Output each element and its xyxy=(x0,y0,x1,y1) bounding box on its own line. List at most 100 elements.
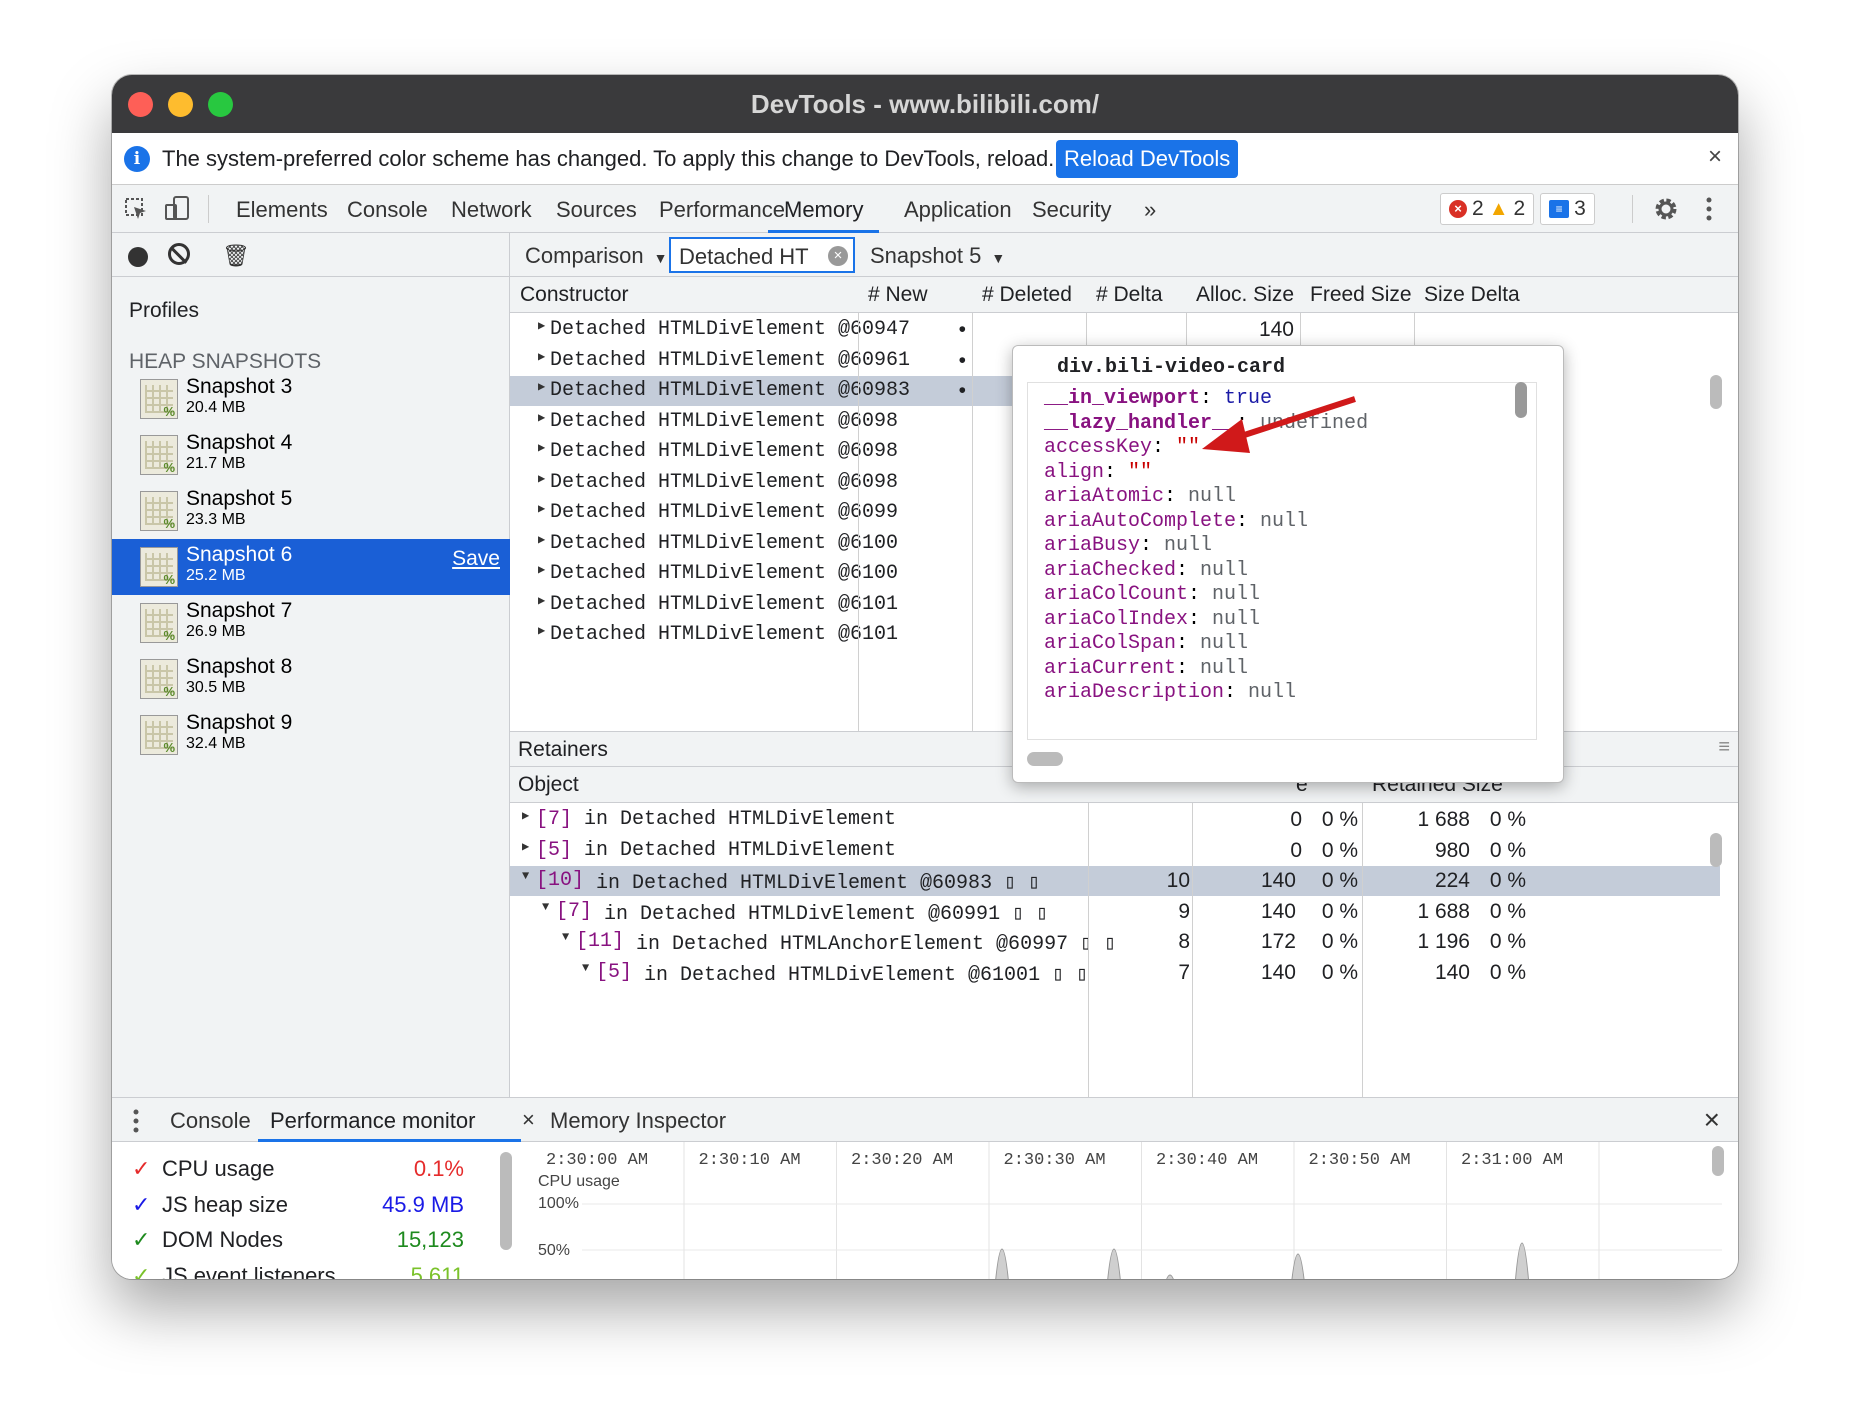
close-window-button[interactable] xyxy=(128,92,153,117)
retainers-scrollbar[interactable] xyxy=(1710,833,1722,867)
snapshot-item[interactable]: Snapshot 7 26.9 MB xyxy=(112,595,510,651)
property-row[interactable]: ariaCurrent: null xyxy=(1044,657,1248,680)
metric-row[interactable]: ✓ JS event listeners 5,611 xyxy=(132,1263,464,1280)
popover-vscroll[interactable] xyxy=(1515,382,1527,418)
comparison-row[interactable]: ▶ Detached HTMLDivElement @60947 • 140 xyxy=(510,315,1520,345)
col-freed-size[interactable]: Freed Size xyxy=(1310,283,1412,307)
new-count: • xyxy=(958,348,966,372)
clear-icon[interactable] xyxy=(168,243,190,265)
tab-application[interactable]: Application xyxy=(904,197,1012,223)
snapshot-item[interactable]: Snapshot 3 20.4 MB xyxy=(112,371,510,427)
close-drawer-icon[interactable]: × xyxy=(1704,1104,1720,1136)
expand-triangle-icon[interactable]: ▼ xyxy=(562,930,576,944)
checkmark-icon[interactable]: ✓ xyxy=(132,1156,162,1182)
class-filter-input[interactable]: Detached HT × xyxy=(669,237,855,273)
snapshot-item[interactable]: Snapshot 8 30.5 MB xyxy=(112,651,510,707)
view-select[interactable]: Comparison ▼ xyxy=(525,243,667,269)
retainer-row[interactable]: ▶ [5] in Detached HTMLDivElement 0 0 % 980 0 % xyxy=(510,836,1720,866)
expand-triangle-icon[interactable]: ▼ xyxy=(542,900,556,914)
retainer-row[interactable]: ▼ [10] in Detached HTMLDivElement @60983 ▯… xyxy=(510,866,1720,896)
snapshot-item[interactable]: Snapshot 9 32.4 MB xyxy=(112,707,510,763)
inspect-element-icon[interactable] xyxy=(124,197,150,223)
close-icon[interactable]: × xyxy=(1708,143,1722,171)
minimize-window-button[interactable] xyxy=(168,92,193,117)
expand-triangle-icon[interactable]: ▶ xyxy=(522,808,536,823)
drawer-tab-console[interactable]: Console xyxy=(170,1108,251,1134)
property-row[interactable]: ariaAtomic: null xyxy=(1044,485,1236,508)
col-delta[interactable]: # Delta xyxy=(1096,283,1163,307)
col-alloc-size[interactable]: Alloc. Size xyxy=(1196,283,1294,307)
property-row[interactable]: align: "" xyxy=(1044,461,1152,484)
record-icon[interactable] xyxy=(128,247,148,267)
device-toolbar-icon[interactable] xyxy=(164,195,192,223)
snapshot-name: Snapshot 8 xyxy=(186,655,293,678)
tab-elements[interactable]: Elements xyxy=(236,197,328,223)
property-row[interactable]: accessKey: "" xyxy=(1044,436,1200,459)
gear-icon[interactable] xyxy=(1652,195,1680,223)
more-options-icon[interactable] xyxy=(1704,195,1714,223)
chevron-down-icon: ▼ xyxy=(991,250,1006,266)
zoom-window-button[interactable] xyxy=(208,92,233,117)
tab-console[interactable]: Console xyxy=(347,197,428,223)
clear-filter-icon[interactable]: × xyxy=(828,246,848,266)
tab-sources[interactable]: Sources xyxy=(556,197,637,223)
reload-devtools-button[interactable]: Reload DevTools xyxy=(1056,140,1239,178)
property-row[interactable]: ariaColSpan: null xyxy=(1044,632,1248,655)
snapshot-size: 30.5 MB xyxy=(186,679,246,696)
more-tabs-icon[interactable]: » xyxy=(1144,197,1156,223)
snapshot-item-selected[interactable]: Snapshot 6 25.2 MB Save xyxy=(112,539,510,595)
snapshot-icon xyxy=(140,715,178,755)
checkmark-icon[interactable]: ✓ xyxy=(132,1263,162,1280)
comparison-scrollbar[interactable] xyxy=(1710,375,1722,409)
issues-counter[interactable]: × 2 ▲ 2 xyxy=(1440,193,1535,225)
property-row[interactable]: ariaBusy: null xyxy=(1044,534,1212,557)
snapshot-item[interactable]: Snapshot 4 21.7 MB xyxy=(112,427,510,483)
series-label: CPU usage xyxy=(538,1173,620,1190)
drawer-tab-memory-inspector[interactable]: Memory Inspector xyxy=(550,1108,726,1134)
tab-performance[interactable]: Performance xyxy=(659,197,785,223)
expand-triangle-icon[interactable]: ▼ xyxy=(582,961,596,975)
retainer-row[interactable]: ▼ [11] in Detached HTMLAnchorElement @6099… xyxy=(510,927,1720,957)
property-value: null xyxy=(1200,632,1249,655)
trash-icon[interactable]: 🗑 xyxy=(222,243,250,269)
popover-hscroll[interactable] xyxy=(1027,752,1063,766)
expand-triangle-icon[interactable]: ▶ xyxy=(522,839,536,854)
message-icon: ≡ xyxy=(1549,200,1570,218)
retainer-object: in Detached HTMLDivElement @60983 ▯ ▯ xyxy=(596,872,1041,895)
tab-network[interactable]: Network xyxy=(451,197,532,223)
column-divider xyxy=(972,313,973,731)
metric-row[interactable]: ✓ JS heap size 45.9 MB xyxy=(132,1192,464,1218)
time-label: 2:30:10 AM xyxy=(699,1151,801,1170)
save-snapshot-link[interactable]: Save xyxy=(452,547,500,571)
col-object[interactable]: Object xyxy=(518,773,579,797)
col-deleted[interactable]: # Deleted xyxy=(982,283,1072,307)
property-row[interactable]: ariaColIndex: null xyxy=(1044,608,1260,631)
retainer-row[interactable]: ▼ [7] in Detached HTMLDivElement @60991 ▯ … xyxy=(510,897,1720,927)
tab-memory[interactable]: Memory xyxy=(768,197,880,233)
property-row[interactable]: ariaColCount: null xyxy=(1044,583,1260,606)
expand-triangle-icon[interactable]: ▼ xyxy=(522,869,536,883)
property-row[interactable]: ariaAutoComplete: null xyxy=(1044,510,1308,533)
checkmark-icon[interactable]: ✓ xyxy=(132,1192,162,1218)
drawer-tab-performance-monitor[interactable]: Performance monitor xyxy=(258,1098,522,1142)
property-row[interactable]: ariaDescription: null xyxy=(1044,681,1296,704)
metric-row[interactable]: ✓ CPU usage 0.1% xyxy=(132,1156,464,1182)
tab-security[interactable]: Security xyxy=(1032,197,1111,223)
col-new[interactable]: # New xyxy=(868,283,928,307)
snapshot-item[interactable]: Snapshot 5 23.3 MB xyxy=(112,483,510,539)
new-count: • xyxy=(958,318,966,341)
messages-counter[interactable]: ≡ 3 xyxy=(1540,193,1595,225)
base-snapshot-select[interactable]: Snapshot 5 ▼ xyxy=(870,243,1005,269)
col-size-delta[interactable]: Size Delta xyxy=(1424,283,1520,307)
retainer-row[interactable]: ▶ [7] in Detached HTMLDivElement 0 0 % 1 688 0… xyxy=(510,805,1720,835)
metric-row[interactable]: ✓ DOM Nodes 15,123 xyxy=(132,1227,464,1253)
close-tab-icon[interactable]: × xyxy=(522,1107,535,1133)
drag-handle-icon[interactable]: ≡ xyxy=(1718,736,1730,759)
metrics-scrollbar[interactable] xyxy=(500,1152,512,1250)
chart-scrollbar[interactable] xyxy=(1712,1146,1724,1176)
retainer-row[interactable]: ▼ [5] in Detached HTMLDivElement @61001 ▯ … xyxy=(510,958,1720,988)
checkmark-icon[interactable]: ✓ xyxy=(132,1227,162,1253)
col-constructor[interactable]: Constructor xyxy=(520,283,629,307)
drawer-menu-icon[interactable] xyxy=(132,1108,140,1134)
property-row[interactable]: ariaChecked: null xyxy=(1044,559,1248,582)
